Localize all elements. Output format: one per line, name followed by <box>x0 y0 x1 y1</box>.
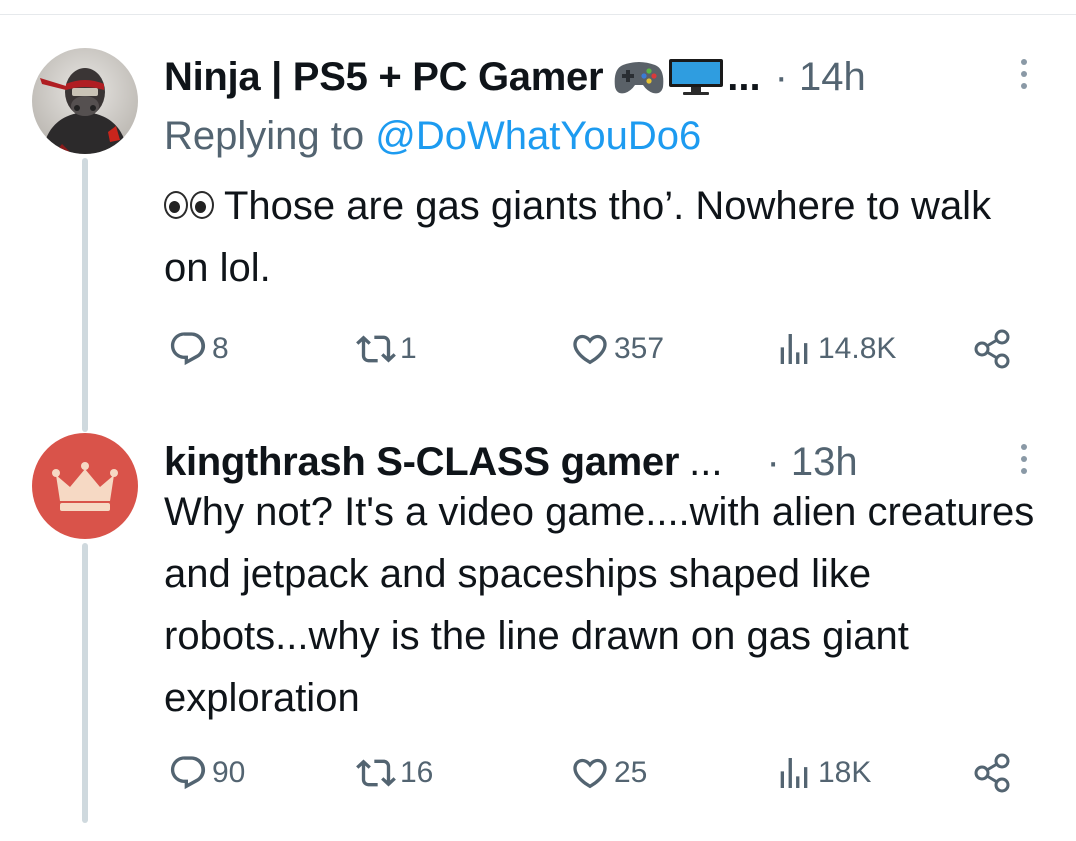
view-count: 18K <box>818 756 872 789</box>
thread-line <box>82 158 88 432</box>
share-button[interactable] <box>972 751 1014 795</box>
dot-icon <box>1021 59 1027 65</box>
reply-thread: Ninja | PS5 + PC Gamer ... · 14h Replyin… <box>0 0 1076 841</box>
replying-handle-link[interactable]: @DoWhatYouDo6 <box>375 114 701 158</box>
like-count: 357 <box>614 332 665 365</box>
reply-tweet[interactable]: Ninja | PS5 + PC Gamer ... · 14h Replyin… <box>0 40 1076 432</box>
thread-line <box>82 543 88 823</box>
dot-icon <box>1021 71 1027 77</box>
reply-icon <box>170 332 206 366</box>
tweet-body: Why not? It's a video game....with alien… <box>164 490 1035 720</box>
timestamp[interactable]: · 13h <box>766 440 857 485</box>
heart-icon <box>573 334 607 365</box>
dot-icon <box>1021 456 1027 462</box>
reply-count: 8 <box>212 332 229 365</box>
name-emojis <box>613 57 725 97</box>
reply-icon <box>170 756 206 790</box>
views-button[interactable]: 14.8K <box>774 327 896 371</box>
views-button[interactable]: 18K <box>774 751 871 795</box>
avatar[interactable] <box>32 48 138 154</box>
retweet-count: 16 <box>400 756 434 789</box>
replying-to: Replying to @DoWhatYouDo6 <box>164 114 701 159</box>
retweet-button[interactable]: 1 <box>356 327 417 371</box>
tweet-text: Those are gas giants tho’. Nowhere to wa… <box>164 175 1044 299</box>
reply-button[interactable]: 90 <box>168 751 245 795</box>
eye-right-icon <box>190 191 214 220</box>
analytics-icon <box>780 334 808 364</box>
dot-icon <box>1021 83 1027 89</box>
view-count: 14.8K <box>818 332 897 365</box>
like-button[interactable]: 357 <box>570 327 664 371</box>
display-name[interactable]: kingthrash S-CLASS gamer <box>164 440 679 485</box>
dot-icon <box>1021 444 1027 450</box>
tweet-header: kingthrash S-CLASS gamer ... · 13h <box>164 437 858 487</box>
dot-icon <box>1021 468 1027 474</box>
video-game-controller-icon <box>614 62 664 94</box>
desktop-computer-icon <box>669 59 724 95</box>
more-options-button[interactable] <box>1012 54 1036 94</box>
heart-icon <box>573 758 607 789</box>
tweet-body: Those are gas giants tho’. Nowhere to wa… <box>164 184 992 290</box>
like-button[interactable]: 25 <box>570 751 647 795</box>
like-count: 25 <box>614 756 648 789</box>
share-button[interactable] <box>972 327 1014 371</box>
retweet-button[interactable]: 16 <box>356 751 433 795</box>
action-bar: 90 16 25 18K <box>164 751 1044 795</box>
avatar[interactable] <box>32 433 138 539</box>
retweet-icon <box>356 335 396 363</box>
ninja-avatar-image <box>32 48 138 154</box>
retweet-count: 1 <box>400 332 417 365</box>
eye-left-icon <box>164 191 188 220</box>
eyes-emoji <box>164 191 214 220</box>
tweet-text: Why not? It's a video game....with alien… <box>164 481 1044 729</box>
crown-avatar-image <box>32 433 138 539</box>
analytics-icon <box>780 758 808 788</box>
divider <box>0 14 1076 15</box>
reply-button[interactable]: 8 <box>168 327 229 371</box>
name-truncation: ... <box>689 439 723 484</box>
replying-prefix: Replying to <box>164 114 365 158</box>
reply-tweet[interactable]: kingthrash S-CLASS gamer ... · 13h Why n… <box>0 425 1076 841</box>
reply-count: 90 <box>212 756 246 789</box>
share-icon <box>974 329 1010 369</box>
display-name[interactable]: Ninja | PS5 + PC Gamer <box>164 55 604 100</box>
name-truncation: ... <box>727 54 761 99</box>
timestamp[interactable]: · 14h <box>775 55 866 100</box>
action-bar: 8 1 357 14.8K <box>164 327 1044 371</box>
retweet-icon <box>356 759 396 787</box>
more-options-button[interactable] <box>1012 439 1036 479</box>
tweet-header: Ninja | PS5 + PC Gamer ... · 14h <box>164 52 866 102</box>
share-icon <box>974 753 1010 793</box>
